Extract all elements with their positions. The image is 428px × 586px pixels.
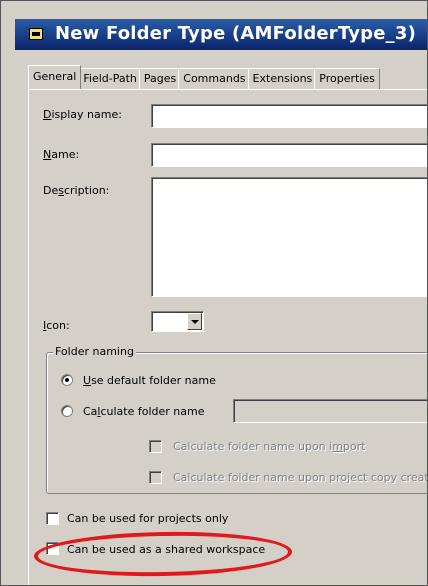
name-label: Name: bbox=[43, 148, 79, 161]
tab-commands[interactable]: Commands bbox=[178, 68, 251, 89]
calculate-label-pre: Ca bbox=[83, 405, 98, 418]
dialog-window: New Folder Type (AMFolderType_3) General… bbox=[0, 0, 428, 586]
name-label-rest: ame: bbox=[51, 148, 80, 161]
icon-combobox[interactable] bbox=[151, 311, 204, 332]
calculate-label[interactable]: Calculate folder name bbox=[83, 405, 205, 418]
display-name-input[interactable] bbox=[152, 105, 427, 127]
projects-only-label[interactable]: Can be used for projects only bbox=[67, 512, 228, 525]
window-title: New Folder Type (AMFolderType_3) bbox=[55, 23, 417, 44]
projects-only-checkbox[interactable] bbox=[46, 512, 59, 525]
description-label: Description: bbox=[43, 184, 109, 197]
shared-workspace-label[interactable]: Can be used as a shared workspace bbox=[67, 543, 265, 556]
on-import-checkbox[interactable] bbox=[149, 440, 162, 453]
on-project-copy-label: Calculate folder name upon project copy … bbox=[173, 471, 428, 484]
on-project-copy-checkbox[interactable] bbox=[149, 471, 162, 484]
tab-general[interactable]: General bbox=[28, 65, 82, 89]
tab-field-path[interactable]: Field-Path bbox=[78, 68, 142, 89]
description-label-pre: De bbox=[43, 184, 59, 197]
use-default-label-mnemonic: U bbox=[83, 374, 92, 387]
on-import-label: Calculate folder name upon import bbox=[173, 440, 365, 453]
description-field[interactable] bbox=[151, 177, 427, 297]
chevron-down-icon[interactable] bbox=[187, 313, 202, 330]
shared-workspace-checkbox[interactable] bbox=[46, 542, 59, 555]
use-default-radio[interactable] bbox=[61, 374, 73, 386]
display-name-label: Display name: bbox=[43, 108, 122, 121]
calculate-radio[interactable] bbox=[61, 405, 73, 417]
calculate-folder-name-input[interactable] bbox=[233, 399, 427, 423]
name-input[interactable] bbox=[152, 144, 427, 166]
tab-extensions[interactable]: Extensions bbox=[247, 68, 318, 89]
use-default-label[interactable]: Use default folder name bbox=[83, 374, 216, 387]
on-import-label-mnemonic: m bbox=[332, 440, 343, 453]
description-label-rest: cription: bbox=[63, 184, 110, 197]
name-field[interactable] bbox=[151, 143, 427, 167]
icon-label-rest: con: bbox=[46, 319, 70, 332]
folder-type-icon bbox=[29, 28, 43, 40]
tab-properties[interactable]: Properties bbox=[314, 68, 380, 89]
tab-pages[interactable]: Pages bbox=[138, 68, 182, 89]
use-default-label-rest: se default folder name bbox=[91, 374, 216, 387]
on-import-label-rest: port bbox=[342, 440, 366, 453]
icon-label: Icon: bbox=[43, 319, 70, 332]
tab-strip: General Field-Path Pages Commands Extensions… bbox=[28, 65, 380, 89]
title-bar: New Folder Type (AMFolderType_3) bbox=[15, 19, 427, 50]
display-name-field[interactable] bbox=[151, 104, 427, 128]
folder-naming-legend: Folder naming bbox=[53, 345, 136, 358]
display-name-label-rest: isplay name: bbox=[51, 108, 122, 121]
on-import-label-pre: Calculate folder name upon i bbox=[173, 440, 333, 453]
calculate-label-rest: culate folder name bbox=[100, 405, 205, 418]
description-textarea[interactable] bbox=[152, 178, 427, 296]
name-label-mnemonic: N bbox=[43, 148, 52, 161]
